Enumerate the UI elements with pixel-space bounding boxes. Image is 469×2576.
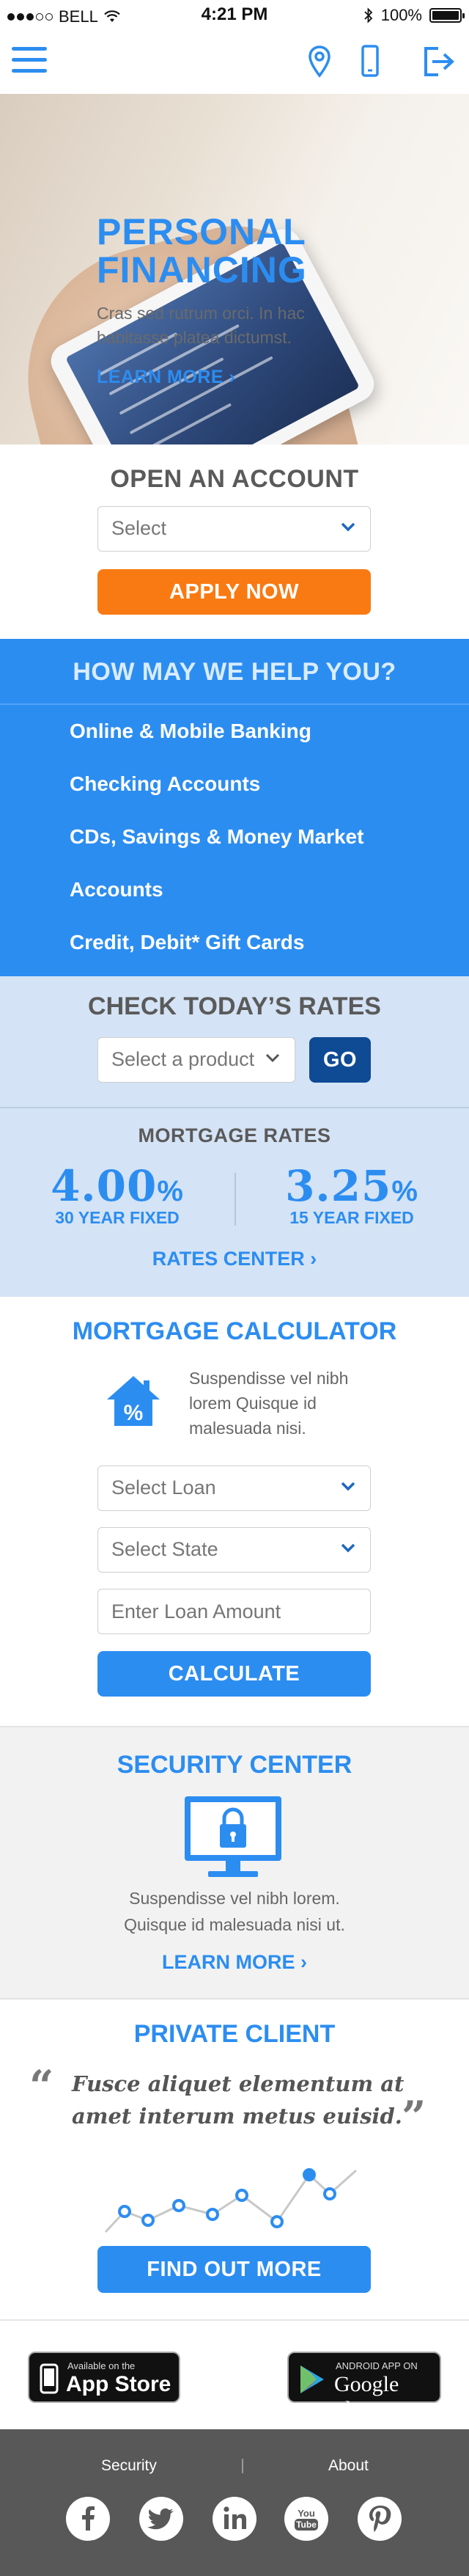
account-type-select[interactable]: Select <box>97 506 371 552</box>
youtube-icon[interactable]: You Tube <box>284 2497 328 2541</box>
hero-body: Cras sed rutrum orci. In hac habitasse p… <box>97 304 305 347</box>
smartphone-icon[interactable] <box>361 44 380 78</box>
hero-title: PERSONAL FINANCING <box>97 211 307 290</box>
hamburger-menu-icon[interactable] <box>10 43 50 78</box>
help-title: HOW MAY WE HELP YOU? <box>73 658 396 686</box>
rate-30-year: 4.00% 30 YEAR FIXED <box>0 1161 234 1228</box>
facebook-icon[interactable] <box>66 2497 110 2541</box>
security-title: SECURITY CENTER <box>117 1751 352 1779</box>
find-out-more-button[interactable]: FIND OUT MORE <box>97 2246 371 2293</box>
help-item-checking-accounts[interactable]: Checking Accounts <box>70 772 260 796</box>
linkedin-icon[interactable] <box>213 2497 256 2541</box>
help-item-gift-cards[interactable]: Credit, Debit* Gift Cards <box>70 931 304 954</box>
help-menu-section: HOW MAY WE HELP YOU? Online & Mobile Ban… <box>0 639 469 976</box>
product-select[interactable]: Select a product <box>97 1037 295 1083</box>
mortgage-rates-title: MORTGAGE RATES <box>138 1124 331 1146</box>
bluetooth-icon <box>364 7 372 23</box>
open-quote-mark: “ <box>29 2061 54 2111</box>
help-item-accounts[interactable]: Accounts <box>70 878 163 901</box>
svg-text:Tube: Tube <box>296 2520 317 2530</box>
footer-link-about[interactable]: About <box>328 2457 369 2475</box>
select-state[interactable]: Select State <box>97 1527 371 1573</box>
house-percent-icon: % <box>107 1376 160 1426</box>
chevron-down-icon <box>341 522 355 532</box>
google-play-icon <box>300 2365 324 2393</box>
open-account-title: OPEN AN ACCOUNT <box>110 465 359 493</box>
chevron-down-icon <box>341 1543 355 1553</box>
footer-separator <box>242 2459 243 2473</box>
security-description: Suspendisse vel nibh lorem. Quisque id m… <box>124 1889 345 1934</box>
rate-30-year-value: 4.00% <box>51 1161 184 1211</box>
apply-now-button[interactable]: APPLY NOW <box>97 569 371 615</box>
google-play-badge[interactable]: ANDROID APP ON Google play <box>287 2352 441 2421</box>
rate-15-year-label: 15 YEAR FIXED <box>289 1208 414 1227</box>
calculator-title: MORTGAGE CALCULATOR <box>72 1317 397 1345</box>
chevron-down-icon <box>341 1482 355 1491</box>
rate-30-year-label: 30 YEAR FIXED <box>55 1208 180 1227</box>
app-download-section: Available on the App Store ANDROID APP O… <box>0 2319 469 2429</box>
private-client-quote: Fusce aliquet elementum at amet interum … <box>72 2071 405 2129</box>
monitor-lock-icon <box>185 1796 281 1877</box>
close-quote-mark: ” <box>402 2092 426 2142</box>
growth-line-graphic <box>104 2168 357 2233</box>
svg-text:You: You <box>298 2508 315 2519</box>
rates-center-link[interactable]: RATES CENTER › <box>0 1248 469 1270</box>
hero-learn-more-link[interactable]: LEARN MORE › <box>97 367 235 388</box>
calculate-button[interactable]: CALCULATE <box>97 1651 371 1697</box>
go-button[interactable]: GO <box>309 1037 371 1083</box>
private-client-section: PRIVATE CLIENT “ Fusce aliquet elementum… <box>0 1999 469 2319</box>
private-client-title: PRIVATE CLIENT <box>133 2020 336 2048</box>
smartphone-icon <box>40 2363 59 2394</box>
pinterest-icon[interactable] <box>358 2497 402 2541</box>
mortgage-calculator-section: MORTGAGE CALCULATOR % Suspendisse vel ni… <box>0 1297 469 1726</box>
status-bar: BELL 4:21 PM 100% <box>0 0 469 29</box>
twitter-icon[interactable] <box>139 2497 183 2541</box>
mobile-bank-homepage: BELL 4:21 PM 100% PERSONAL FINANCING Cra… <box>0 0 469 2576</box>
select-loan[interactable]: Select Loan <box>97 1466 371 1511</box>
svg-text:%: % <box>124 1401 144 1425</box>
hero-carousel[interactable]: PERSONAL FINANCING Cras sed rutrum orci.… <box>0 94 469 444</box>
security-learn-more-link[interactable]: LEARN MORE › <box>0 1951 469 1974</box>
help-divider <box>0 703 469 705</box>
status-right: 100% <box>363 6 465 25</box>
rate-15-year-value: 3.25% <box>285 1161 418 1211</box>
footer-link-security[interactable]: Security <box>101 2457 157 2475</box>
help-item-cds-savings[interactable]: CDs, Savings & Money Market <box>70 825 363 849</box>
check-rates-section: CHECK TODAY’S RATES Select a product GO <box>0 976 469 1108</box>
sign-in-icon[interactable] <box>422 45 456 78</box>
top-navigation <box>0 29 469 95</box>
app-store-badge[interactable]: Available on the App Store <box>28 2352 180 2403</box>
battery-percent: 100% <box>380 6 422 24</box>
help-item-online-mobile-banking[interactable]: Online & Mobile Banking <box>70 720 311 743</box>
loan-amount-input[interactable] <box>97 1589 371 1634</box>
check-rates-title: CHECK TODAY’S RATES <box>88 992 381 1020</box>
rate-15-year: 3.25% 15 YEAR FIXED <box>234 1161 469 1228</box>
footer: Security About You Tube <box>0 2429 469 2576</box>
open-account-section: OPEN AN ACCOUNT Select APPLY NOW <box>0 444 469 639</box>
map-pin-icon[interactable] <box>308 45 331 78</box>
calculator-description: Suspendisse vel nibh lorem Quisque id ma… <box>189 1369 349 1438</box>
chevron-down-icon <box>265 1053 280 1063</box>
security-center-section: SECURITY CENTER Suspendisse vel nibh lor… <box>0 1726 469 1999</box>
battery-icon <box>429 8 465 23</box>
mortgage-rates-section: MORTGAGE RATES 4.00% 30 YEAR FIXED 3.25%… <box>0 1107 469 1297</box>
battery-fill <box>432 11 459 20</box>
